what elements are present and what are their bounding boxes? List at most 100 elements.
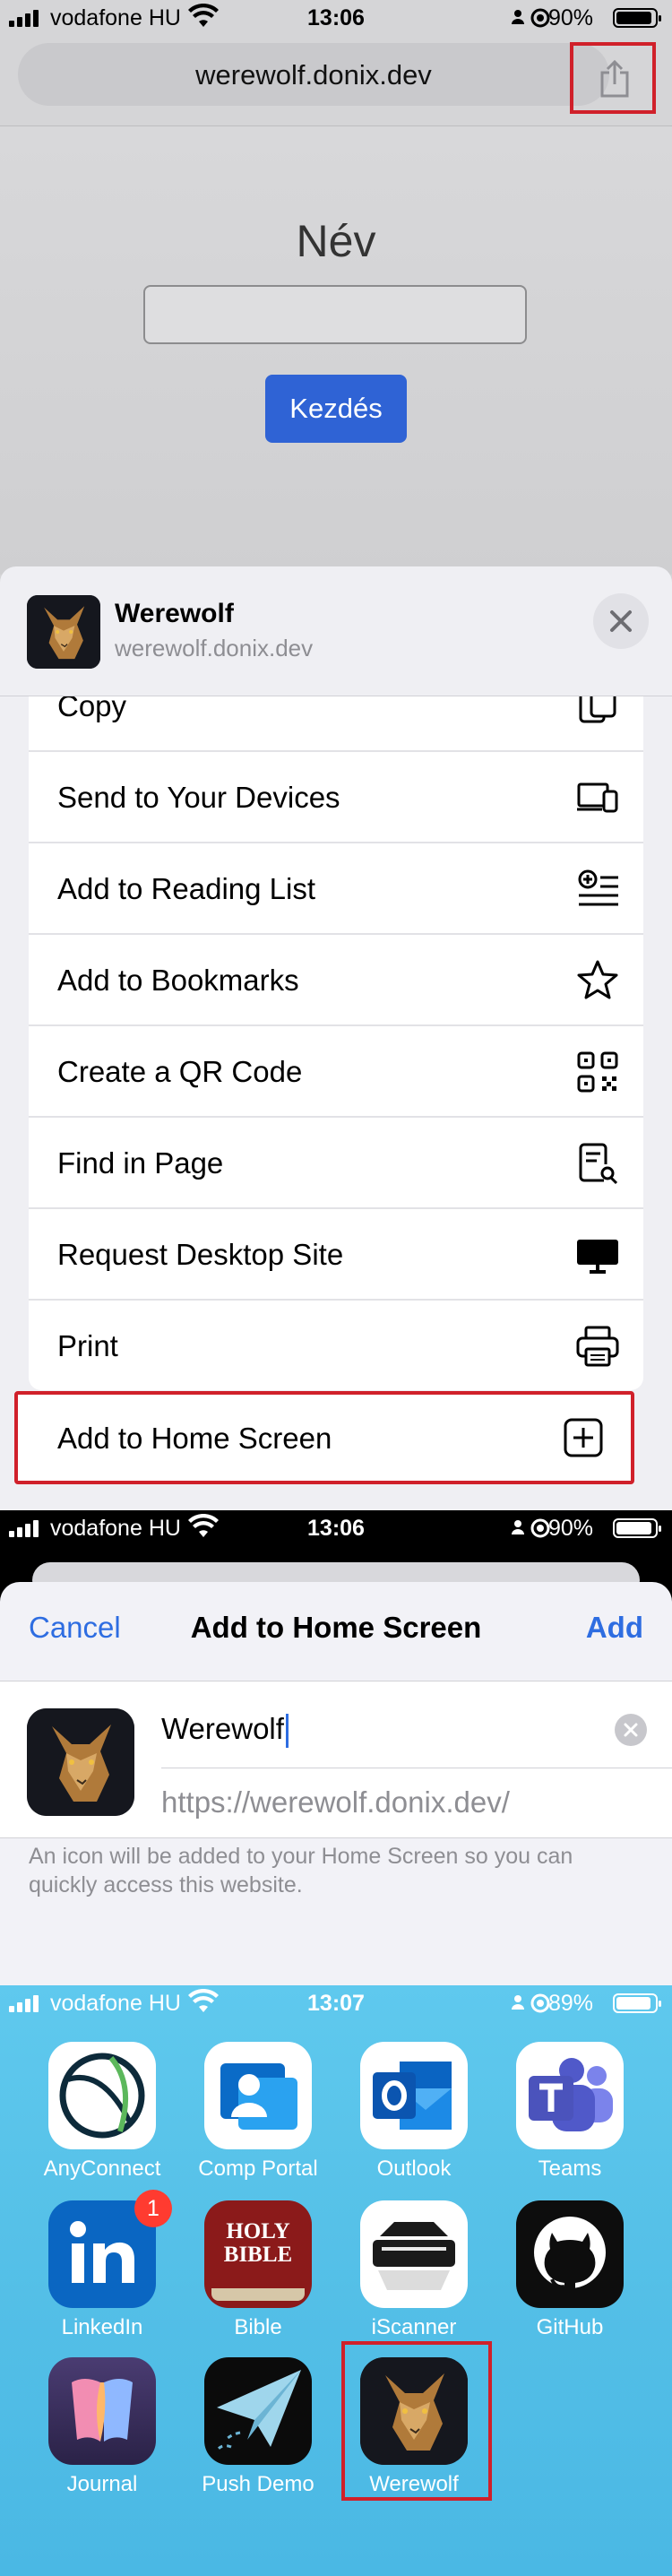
github-icon	[516, 2200, 624, 2308]
battery-percent: 89%	[547, 1991, 593, 2016]
app-comp-portal[interactable]: Comp Portal	[198, 2042, 318, 2194]
app-label: iScanner	[371, 2315, 457, 2339]
share-sheet-subtitle: werewolf.donix.dev	[115, 635, 314, 661]
menu-item-add-to-home-screen[interactable]: Add to Home Screen	[14, 1391, 634, 1484]
shortcut-name-value: Werewolf	[161, 1712, 284, 1745]
web-content	[0, 125, 672, 575]
app-github[interactable]: GitHub	[516, 2200, 627, 2353]
shortcut-url: https://werewolf.donix.dev/	[161, 1785, 510, 1819]
bible-icon: HOLY BIBLE	[204, 2200, 312, 2308]
add-button[interactable]: Add	[586, 1611, 643, 1645]
notification-badge: 1	[134, 2190, 172, 2227]
scanner-icon	[360, 2200, 468, 2308]
teams-icon	[516, 2042, 624, 2149]
app-label: Comp Portal	[198, 2157, 318, 2181]
clear-text-button[interactable]	[615, 1714, 647, 1746]
outlook-icon	[360, 2042, 468, 2149]
menu-item-desktop-site[interactable]: Request Desktop Site	[29, 1209, 643, 1301]
address-bar[interactable]: werewolf.donix.dev	[18, 43, 609, 106]
app-label: LinkedIn	[61, 2315, 143, 2339]
home-screen-panel: vodafone HU 13:07 89% AnyConnect Comp Po…	[0, 1985, 672, 2576]
battery-percent: 90%	[547, 1516, 593, 1541]
start-button[interactable]: Kezdés	[265, 375, 407, 443]
app-iscanner[interactable]: iScanner	[360, 2200, 471, 2353]
nav-bar: Cancel Add to Home Screen Add	[0, 1582, 672, 1681]
url-text: werewolf.donix.dev	[195, 59, 432, 91]
status-bar: vodafone HU 13:06 90%	[0, 1510, 672, 1546]
app-journal[interactable]: Journal	[48, 2357, 159, 2510]
app-label: AnyConnect	[43, 2157, 161, 2181]
help-note: An icon will be added to your Home Scree…	[29, 1844, 573, 1897]
add-to-home-panel: vodafone HU 13:06 90% Cancel Add to Home…	[0, 1510, 672, 1985]
close-icon	[610, 610, 632, 632]
share-button[interactable]	[570, 42, 656, 114]
find-in-page-icon	[579, 1143, 618, 1185]
menu-item-copy[interactable]: Copy	[29, 696, 643, 752]
app-label: Push Demo	[202, 2472, 314, 2496]
bible-tile-text: HOLY BIBLE	[223, 2219, 293, 2267]
location-lock-icon	[512, 8, 550, 28]
menu-item-qr-code[interactable]: Create a QR Code	[29, 1026, 643, 1118]
name-input[interactable]	[143, 285, 527, 344]
app-outlook[interactable]: Outlook	[360, 2042, 471, 2194]
shortcut-name-input[interactable]: Werewolf	[161, 1712, 289, 1749]
menu-item-label: Send to Your Devices	[57, 781, 340, 814]
werewolf-icon	[27, 595, 100, 669]
app-label: GitHub	[536, 2315, 604, 2339]
menu-item-find-in-page[interactable]: Find in Page	[29, 1118, 643, 1209]
safari-share-panel: vodafone HU 13:06 90% werewolf.donix.dev…	[0, 0, 672, 1510]
star-icon	[577, 960, 618, 999]
app-label: Outlook	[376, 2157, 452, 2181]
name-heading: Név	[296, 216, 376, 266]
share-icon	[600, 60, 629, 98]
menu-item-send-to-devices[interactable]: Send to Your Devices	[29, 752, 643, 843]
menu-item-label: Add to Reading List	[57, 872, 316, 905]
add-to-home-sheet: Cancel Add to Home Screen Add Werewolf h…	[0, 1582, 672, 1985]
battery-percent: 90%	[547, 5, 593, 30]
menu-item-label: Add to Home Screen	[57, 1422, 332, 1455]
location-lock-icon	[512, 1993, 550, 2013]
desktop-icon	[577, 1240, 618, 1274]
menu-item-reading-list[interactable]: Add to Reading List	[29, 843, 643, 935]
app-anyconnect[interactable]: AnyConnect	[44, 2042, 160, 2194]
menu-item-label: Add to Bookmarks	[57, 964, 299, 997]
battery-icon	[613, 1993, 661, 2013]
anyconnect-icon	[48, 2042, 156, 2149]
text-cursor	[285, 1714, 289, 1749]
share-sheet-header: Werewolf werewolf.donix.dev	[0, 566, 672, 696]
battery-icon	[613, 8, 661, 28]
devices-icon	[577, 782, 618, 813]
menu-item-label: Copy	[57, 696, 127, 722]
share-actions-list: Copy Send to Your Devices Add to Reading…	[29, 696, 643, 1390]
app-push-demo[interactable]: Push Demo	[202, 2357, 315, 2510]
status-bar: vodafone HU 13:07 89%	[0, 1985, 672, 2021]
app-label: Teams	[538, 2157, 602, 2181]
menu-item-label: Find in Page	[57, 1146, 224, 1180]
app-teams[interactable]: Teams	[516, 2042, 627, 2194]
status-bar: vodafone HU 13:06 90%	[0, 0, 672, 36]
menu-item-bookmarks[interactable]: Add to Bookmarks	[29, 935, 643, 1026]
menu-item-label: Request Desktop Site	[57, 1238, 344, 1271]
close-button[interactable]	[593, 593, 649, 649]
share-actions-scroll[interactable]: Copy Send to Your Devices Add to Reading…	[29, 696, 643, 1492]
menu-item-print[interactable]: Print	[29, 1301, 643, 1390]
location-lock-icon	[512, 1518, 550, 1538]
comp-portal-icon	[204, 2042, 312, 2149]
paper-plane-icon	[204, 2357, 312, 2465]
werewolf-icon	[27, 1708, 134, 1816]
clear-icon	[624, 1723, 638, 1737]
journal-icon	[48, 2357, 156, 2465]
qr-code-icon	[577, 1051, 618, 1093]
shortcut-form: Werewolf https://werewolf.donix.dev/	[0, 1681, 672, 1838]
app-linkedin[interactable]: 1 LinkedIn	[48, 2190, 172, 2353]
battery-icon	[613, 1518, 661, 1538]
app-label: Journal	[66, 2472, 138, 2496]
sheet-title: Add to Home Screen	[190, 1611, 482, 1644]
app-label: Bible	[234, 2315, 282, 2339]
app-bible[interactable]: HOLY BIBLE Bible	[204, 2200, 315, 2353]
plus-square-icon	[564, 1418, 603, 1457]
reading-list-icon	[578, 869, 618, 906]
werewolf-highlight-box	[341, 2341, 492, 2501]
menu-item-label: Create a QR Code	[57, 1055, 303, 1088]
printer-icon	[576, 1326, 619, 1367]
